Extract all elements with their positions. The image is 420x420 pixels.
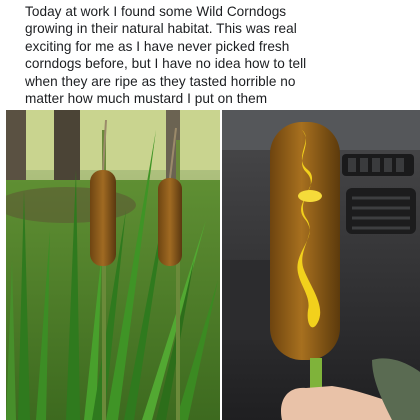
post-text-line: growing in their natural habitat. This w… (25, 21, 297, 37)
cattail-plants-photo[interactable] (6, 110, 220, 420)
post-text-line: Today at work I found some Wild Corndogs (25, 4, 287, 19)
post-text-line: exciting for me as I have never picked f… (25, 38, 290, 54)
photo-grid (0, 110, 420, 420)
post-text-line: corndogs before, but I have no idea how … (25, 56, 307, 72)
cattail-head (158, 178, 182, 266)
cattail-plants-image (6, 110, 220, 420)
corndog-image (222, 110, 420, 420)
cattail-head (90, 170, 116, 266)
post-text: Today at work I found some Wild Corndogs… (25, 3, 413, 107)
post-text-line: when they are ripe as they tasted horrib… (25, 73, 296, 89)
corndog-with-mustard-photo[interactable] (222, 110, 420, 420)
corndog-body (270, 122, 340, 360)
post-text-line: matter how much mustard I put on them (25, 91, 268, 107)
